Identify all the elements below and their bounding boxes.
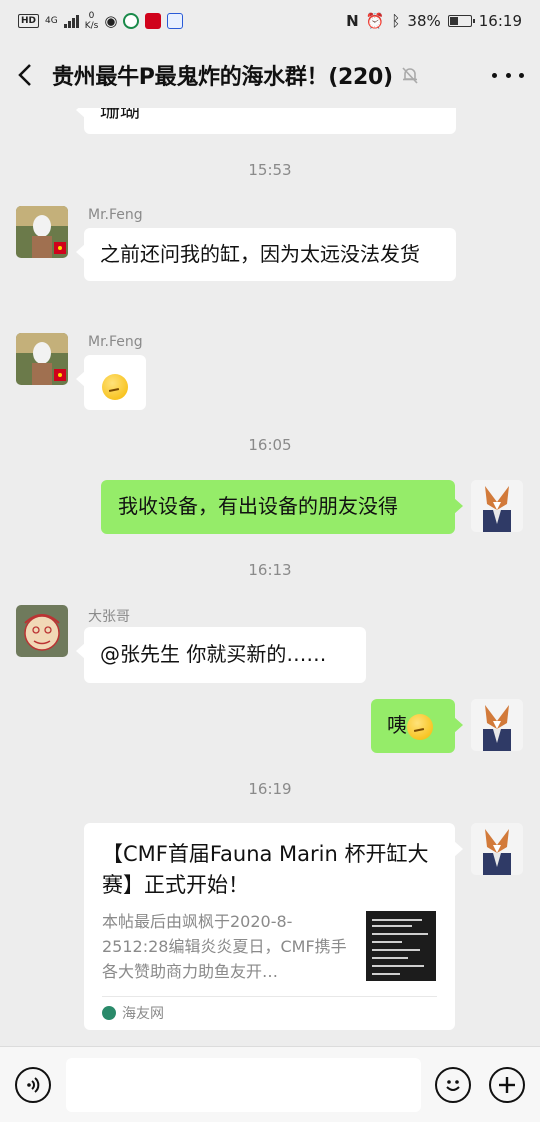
battery-percent: 38%: [407, 12, 441, 30]
message-input[interactable]: [66, 1058, 421, 1112]
plus-icon: [499, 1077, 515, 1093]
link-thumbnail: [366, 911, 436, 981]
clock: 16:19: [478, 12, 522, 30]
self-avatar[interactable]: [471, 480, 523, 532]
hd-badge: HD: [18, 14, 40, 28]
timestamp: 16:19: [248, 780, 292, 798]
chat-title: 贵州最牛P最鬼炸的海水群！(220): [52, 65, 393, 90]
message-text: 珊瑚: [100, 108, 140, 122]
self-avatar[interactable]: [471, 699, 523, 751]
net-speed: 0 K/s: [84, 11, 99, 31]
voice-wave-icon: [27, 1077, 40, 1093]
more-options-button[interactable]: [492, 62, 524, 88]
mute-bell-icon: [402, 67, 418, 84]
sender-name: 大张哥: [88, 609, 130, 625]
message-text: 之前还问我的缸，因为太远没法发货: [100, 242, 420, 266]
nfc-icon: N: [346, 12, 359, 30]
link-card-description: 本帖最后由飒枫于2020-8-2512:28编辑炎炎夏日，CMF携手各大赞助商力…: [102, 912, 347, 981]
thinking-face-icon: [407, 713, 433, 740]
timestamp: 15:53: [248, 161, 292, 179]
dot-icon: [519, 72, 524, 78]
fox-avatar-icon: [471, 480, 523, 532]
message-list[interactable]: 珊瑚 15:53 Mr.Feng 之前还问我的缸，因为太远没法发货 Mr.Fen…: [0, 108, 540, 1046]
fox-avatar-icon: [471, 823, 523, 875]
paw-app-icon: [167, 13, 184, 29]
app-notification-icon: [123, 13, 140, 29]
network-type: 4G: [45, 16, 58, 26]
fox-avatar-icon: [471, 699, 523, 751]
sender-name: Mr.Feng: [88, 334, 143, 350]
more-functions-button[interactable]: [489, 1067, 525, 1103]
eye-icon: ◉: [104, 12, 118, 30]
bluetooth-icon: ᛒ: [391, 12, 401, 30]
smiley-icon: [446, 1080, 460, 1091]
divider: [102, 996, 437, 997]
timestamp: 16:13: [248, 561, 292, 579]
link-card-title: 【CMF首届Fauna Marin 杯开缸大赛】正式开始！: [102, 842, 429, 897]
message-bubble[interactable]: @张先生 你就买新的……: [76, 627, 366, 683]
link-source: 海友网: [102, 1003, 164, 1023]
sender-name: Mr.Feng: [88, 207, 143, 223]
avatar-photo-icon: [16, 206, 68, 258]
chat-header: 贵州最牛P最鬼炸的海水群！(220): [0, 42, 540, 108]
avatar[interactable]: [16, 206, 68, 258]
message-bubble[interactable]: 之前还问我的缸，因为太远没法发货: [76, 228, 456, 281]
source-logo-icon: [102, 1006, 116, 1020]
alarm-icon: ⏰: [365, 12, 385, 30]
avatar-photo-icon: [16, 333, 68, 385]
back-button[interactable]: [0, 42, 52, 108]
message-bubble[interactable]: 咦: [371, 699, 463, 753]
chevron-left-icon: [18, 64, 31, 86]
dot-icon: [505, 72, 511, 78]
cartoon-face-icon: [16, 605, 68, 657]
message-bubble[interactable]: 珊瑚: [76, 108, 456, 134]
timestamp: 16:05: [248, 436, 292, 454]
news-app-icon: [145, 13, 162, 29]
avatar[interactable]: [16, 333, 68, 385]
battery-icon: [447, 15, 475, 27]
self-avatar[interactable]: [471, 823, 523, 875]
message-text: 咦: [387, 713, 407, 737]
emoji-button[interactable]: [435, 1067, 471, 1103]
message-bubble[interactable]: [76, 355, 146, 410]
avatar[interactable]: [16, 605, 68, 657]
signal-icon: [63, 14, 79, 28]
voice-button[interactable]: [15, 1067, 51, 1103]
thinking-face-icon: [102, 373, 128, 400]
link-source-name: 海友网: [122, 1006, 164, 1022]
message-text: @张先生 你就买新的……: [100, 642, 327, 666]
status-bar: HD 4G 0 K/s ◉ N ⏰ ᛒ 38% 16:19: [0, 0, 540, 42]
message-bubble[interactable]: 我收设备，有出设备的朋友没得: [101, 480, 463, 534]
link-card[interactable]: 【CMF首届Fauna Marin 杯开缸大赛】正式开始！ 本帖最后由飒枫于20…: [84, 823, 463, 1030]
message-text: 我收设备，有出设备的朋友没得: [118, 494, 398, 518]
dot-icon: [492, 72, 497, 78]
input-bar: [0, 1046, 540, 1122]
